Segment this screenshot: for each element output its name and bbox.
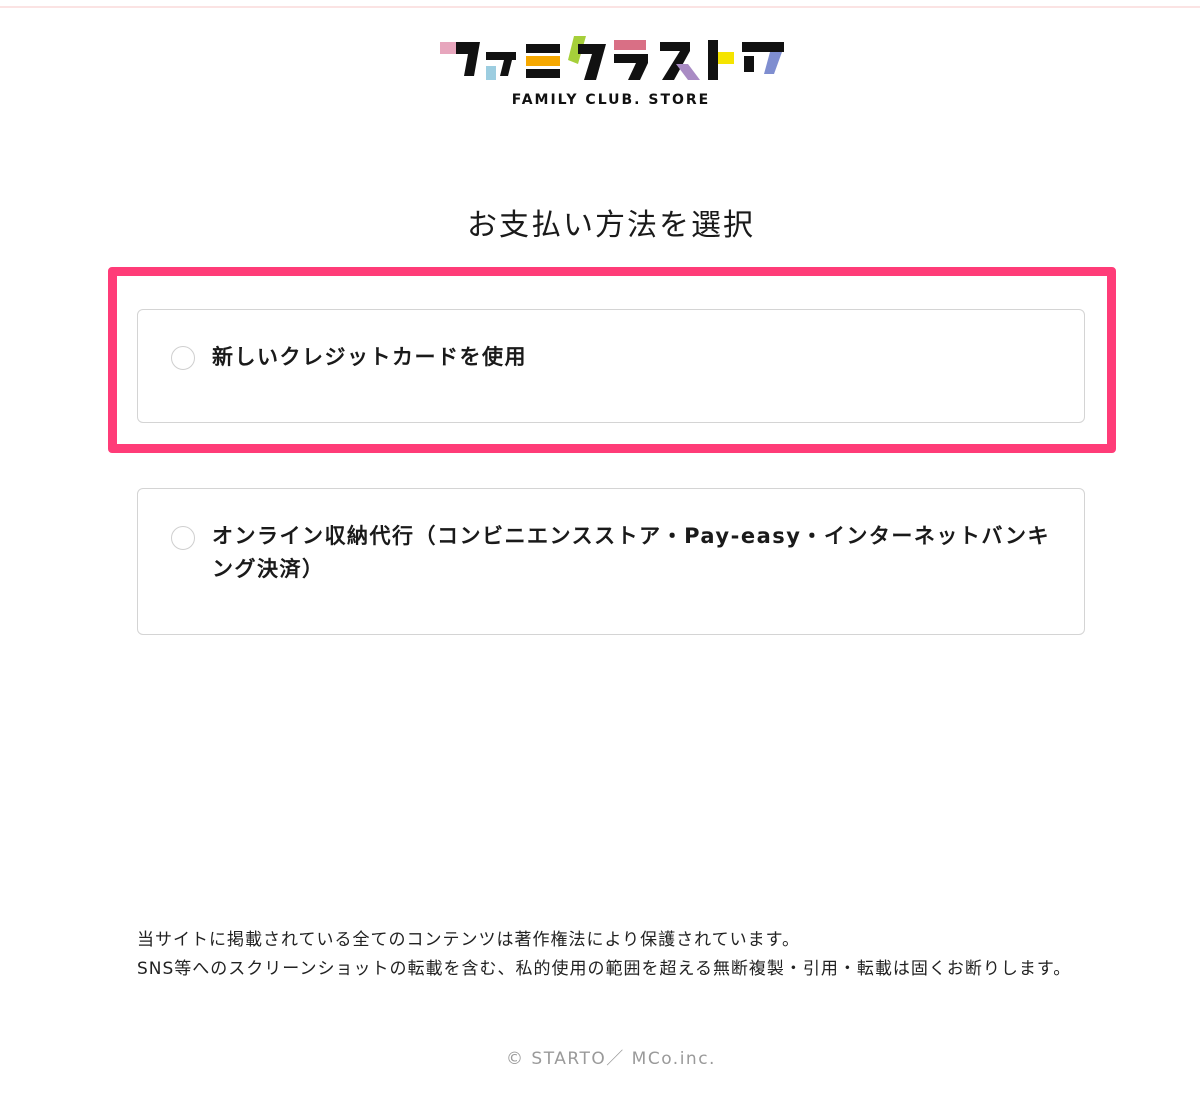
option-label: 新しいクレジットカードを使用 bbox=[212, 345, 527, 369]
logo-mark-icon bbox=[440, 36, 784, 80]
page-title: お支払い方法を選択 bbox=[467, 208, 755, 243]
payment-option-credit-card[interactable]: 新しいクレジットカードを使用 bbox=[137, 309, 1085, 423]
copyright-text: © STARTO／ MCo.inc. bbox=[506, 1049, 716, 1069]
option-label: オンライン収納代行（コンビニエンスストア・Pay-easy・インターネットバンキ… bbox=[212, 524, 1050, 581]
copyright-notice: 当サイトに掲載されている全てのコンテンツは著作権法により保護されています。 SN… bbox=[137, 926, 1087, 984]
radio-button[interactable] bbox=[171, 346, 195, 370]
store-logo[interactable]: FAMILY CLUB. STORE bbox=[438, 34, 788, 114]
notice-line: SNS等へのスクリーンショットの転載を含む、私的使用の範囲を超える無断複製・引用… bbox=[137, 959, 1072, 979]
payment-option-online-collection[interactable]: オンライン収納代行（コンビニエンスストア・Pay-easy・インターネットバンキ… bbox=[137, 488, 1085, 635]
notice-line: 当サイトに掲載されている全てのコンテンツは著作権法により保護されています。 bbox=[137, 930, 800, 950]
top-accent-line bbox=[0, 6, 1200, 8]
logo-subtitle: FAMILY CLUB. STORE bbox=[511, 92, 711, 108]
radio-button[interactable] bbox=[171, 526, 195, 550]
